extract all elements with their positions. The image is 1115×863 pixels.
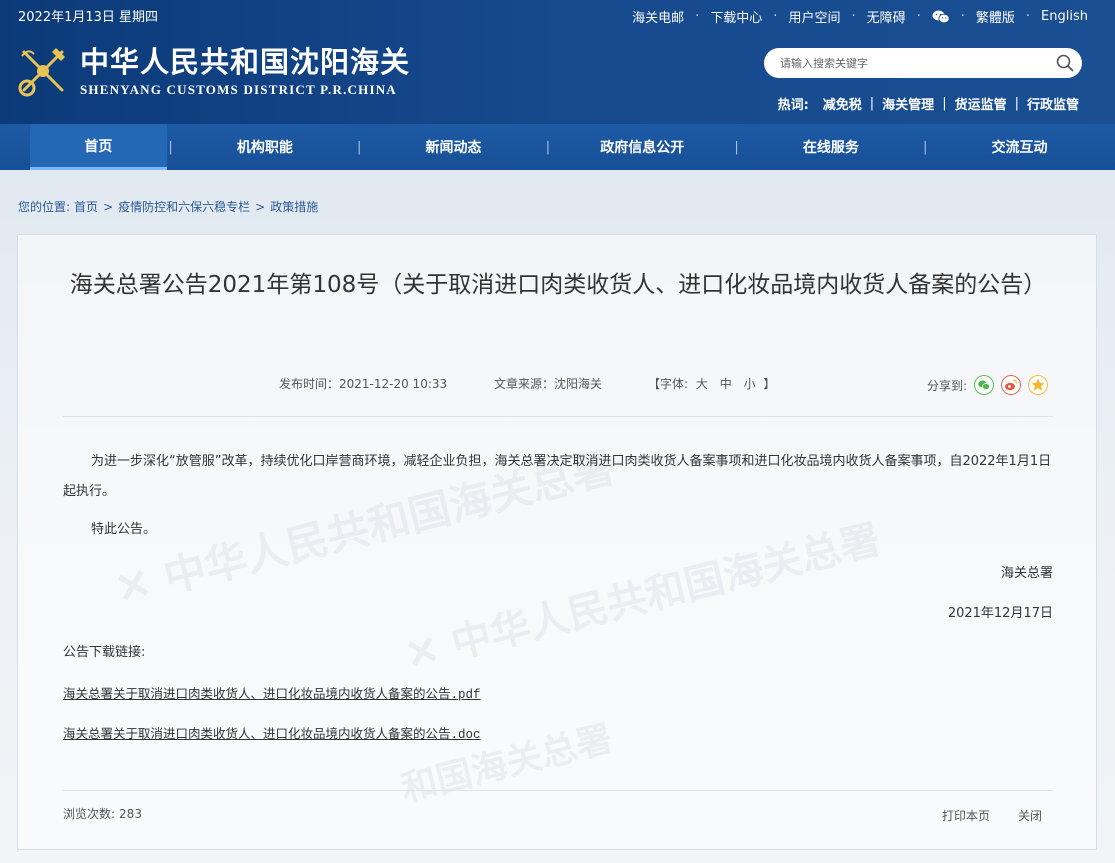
- top-link-email[interactable]: 海关电邮: [632, 7, 684, 26]
- weibo-share-icon[interactable]: [1001, 375, 1021, 395]
- nav-functions[interactable]: 机构职能: [174, 124, 355, 170]
- nav-gov-info[interactable]: 政府信息公开: [552, 124, 733, 170]
- breadcrumb-policy[interactable]: 政策措施: [270, 198, 318, 215]
- article-source: 文章来源：沈阳海关: [494, 377, 603, 391]
- nav-separator: |: [168, 139, 173, 155]
- site-logo[interactable]: 中华人民共和国沈阳海关 SHENYANG CUSTOMS DISTRICT P.…: [18, 44, 410, 100]
- article-sign-date: 2021年12月17日: [947, 606, 1053, 621]
- article-signature: 海关总署: [1000, 566, 1053, 581]
- main-nav: 首页 | 机构职能 | 新闻动态 | 政府信息公开 | 在线服务 | 交流互动: [0, 124, 1115, 170]
- top-link-accessibility[interactable]: 无障碍: [867, 7, 906, 26]
- separator-dot: ·: [773, 9, 778, 24]
- font-size-control: 【字体: 大 中 小 】: [648, 375, 775, 392]
- divider: [63, 790, 1053, 791]
- search-input[interactable]: [780, 48, 1040, 78]
- article-paragraph: 为进一步深化“放管服”改革，持续优化口岸营商环境，减轻企业负担，海关总署决定取消…: [63, 454, 1052, 499]
- hot-words-label: 热词:: [777, 98, 809, 113]
- publish-time: 发布时间：2021-12-20 10:33: [279, 377, 448, 391]
- nav-interaction[interactable]: 交流互动: [929, 124, 1110, 170]
- lang-traditional[interactable]: 繁體版: [976, 7, 1015, 26]
- search-icon[interactable]: [1056, 54, 1074, 72]
- nav-online-services[interactable]: 在线服务: [740, 124, 921, 170]
- article-panel: ✕ 中华人民共和国海关总署 ✕ 中华人民共和国海关总署 和国海关总署 海关总署公…: [17, 234, 1097, 850]
- breadcrumb: 您的位置: 首页 > 疫情防控和六保六稳专栏 > 政策措施: [18, 198, 318, 215]
- top-link-download[interactable]: 下载中心: [710, 7, 762, 26]
- nav-separator: |: [734, 139, 739, 155]
- breadcrumb-epidemic-column[interactable]: 疫情防控和六保六稳专栏: [118, 198, 250, 215]
- article-paragraph: 特此公告。: [91, 522, 157, 537]
- separator-dot: ·: [1025, 9, 1031, 24]
- hot-word-freight-supervision[interactable]: 货运监管: [955, 94, 1007, 113]
- wechat-share-icon[interactable]: [974, 375, 994, 395]
- download-label: 公告下载链接:: [63, 645, 146, 660]
- breadcrumb-label: 您的位置:: [18, 200, 71, 214]
- font-size-large[interactable]: 大: [696, 377, 708, 391]
- lang-english[interactable]: English: [1041, 9, 1088, 24]
- view-count-label: 浏览次数:: [63, 807, 116, 821]
- article-body: 为进一步深化“放管服”改革，持续优化口岸营商环境，减轻企业负担，海关总署决定取消…: [63, 447, 1053, 629]
- nav-separator: |: [357, 139, 362, 155]
- site-header: 2022年1月13日 星期四 海关电邮 · 下载中心 · 用户空间 · 无障碍 …: [0, 0, 1115, 124]
- nav-news[interactable]: 新闻动态: [363, 124, 544, 170]
- wechat-icon[interactable]: [932, 10, 950, 24]
- logo-name-en: SHENYANG CUSTOMS DISTRICT P.R.CHINA: [80, 82, 397, 97]
- separator-dot: ·: [960, 9, 965, 24]
- font-size-label-open: 【字体:: [648, 377, 689, 391]
- separator: |: [869, 96, 875, 111]
- qzone-share-icon[interactable]: [1028, 375, 1048, 395]
- hot-words: 热词: 减免税 | 海关管理 | 货运监管 | 行政监管: [778, 94, 1079, 113]
- logo-name-cn: 中华人民共和国沈阳海关: [80, 45, 411, 79]
- current-date: 2022年1月13日 星期四: [18, 10, 159, 25]
- hot-word-admin-supervision[interactable]: 行政监管: [1027, 94, 1079, 113]
- divider: [63, 416, 1053, 417]
- share-label: 分享到:: [926, 378, 967, 393]
- view-count-value: 283: [119, 807, 142, 821]
- hot-word-customs-management[interactable]: 海关管理: [882, 94, 934, 113]
- separator: |: [942, 96, 947, 111]
- download-link-pdf[interactable]: 海关总署关于取消进口肉类收货人、进口化妆品境内收货人备案的公告.pdf: [63, 683, 481, 702]
- view-count: 浏览次数: 283: [63, 805, 142, 822]
- separator-dot: ·: [916, 9, 921, 24]
- close-button[interactable]: 关闭: [1018, 807, 1042, 824]
- print-button[interactable]: 打印本页: [942, 807, 990, 824]
- breadcrumb-arrow: >: [255, 199, 266, 214]
- article-title: 海关总署公告2021年第108号（关于取消进口肉类收货人、进口化妆品境内收货人备…: [69, 272, 1047, 298]
- share-bar: 分享到:: [927, 375, 1048, 395]
- top-link-user-space[interactable]: 用户空间: [788, 7, 840, 26]
- nav-separator: |: [545, 139, 551, 155]
- top-links: 海关电邮 · 下载中心 · 用户空间 · 无障碍 · · 繁體版 · Engli…: [632, 7, 1088, 26]
- separator-dot: ·: [695, 9, 700, 24]
- download-link-doc[interactable]: 海关总署关于取消进口肉类收货人、进口化妆品境内收货人备案的公告.doc: [63, 723, 481, 742]
- search-box: [764, 48, 1082, 78]
- nav-home[interactable]: 首页: [30, 124, 167, 170]
- article-actions: 打印本页 关闭: [914, 807, 1042, 824]
- breadcrumb-arrow: >: [103, 199, 114, 214]
- separator: |: [1014, 96, 1019, 111]
- breadcrumb-home[interactable]: 首页: [74, 198, 98, 215]
- font-size-medium[interactable]: 中: [720, 377, 732, 391]
- font-size-small[interactable]: 小: [744, 377, 756, 391]
- separator-dot: ·: [851, 9, 856, 24]
- nav-separator: |: [923, 139, 928, 155]
- hot-word-tax-exemption[interactable]: 减免税: [823, 94, 862, 113]
- customs-emblem-icon: [18, 48, 65, 97]
- font-size-label-close: 】: [763, 377, 776, 391]
- logo-text: 中华人民共和国沈阳海关 SHENYANG CUSTOMS DISTRICT P.…: [80, 44, 410, 98]
